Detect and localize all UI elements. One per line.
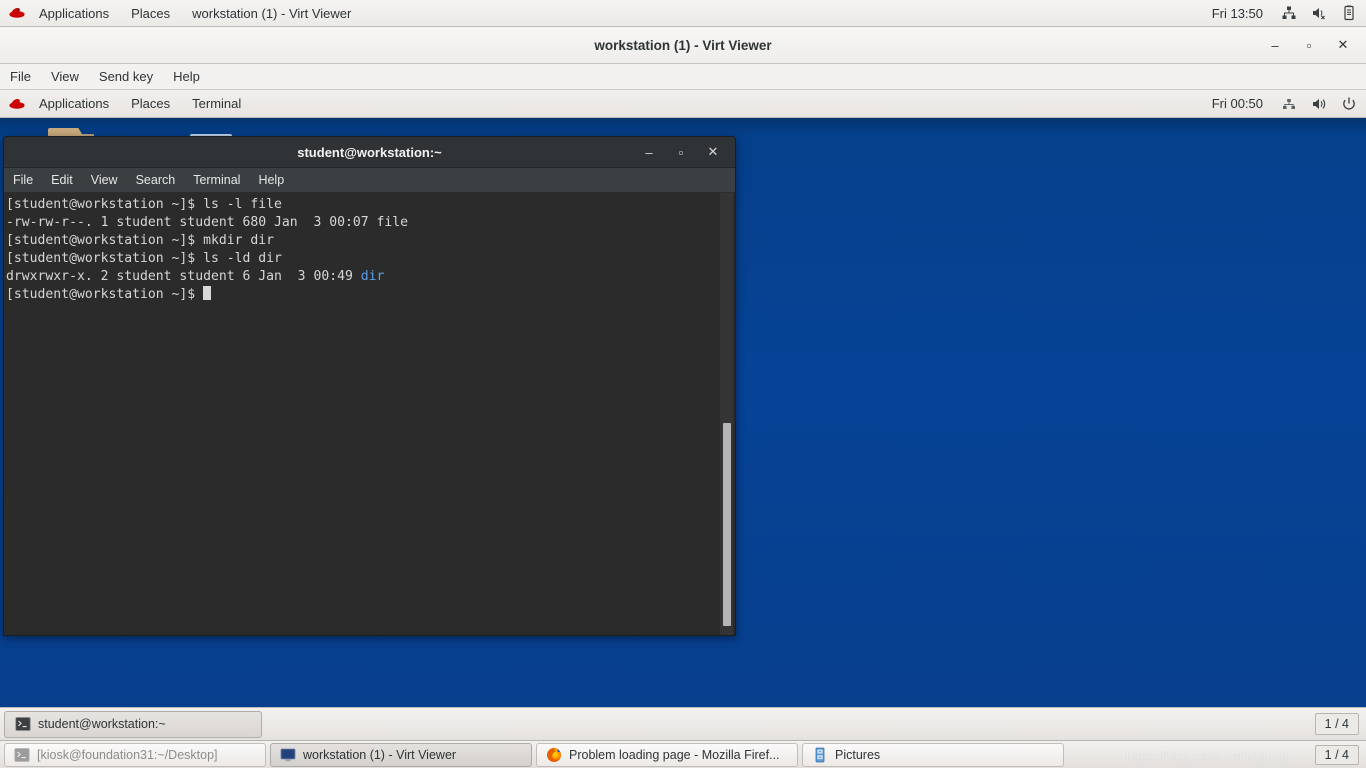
- virt-viewer-window: workstation (1) - Virt Viewer – ▫ ✕ File…: [0, 27, 1366, 740]
- terminal-line: drwxrwxr-x. 2 student student 6 Jan 3 00…: [6, 269, 385, 284]
- menu-send-key[interactable]: Send key: [89, 64, 163, 90]
- firefox-icon: [546, 747, 562, 763]
- terminal-menubar: File Edit View Search Terminal Help: [4, 168, 735, 193]
- virt-viewer-menubar: File View Send key Help: [0, 64, 1366, 90]
- terminal-titlebar[interactable]: student@workstation:~ – ▫ ✕: [4, 137, 735, 168]
- terminal-maximize-button[interactable]: ▫: [665, 139, 697, 165]
- terminal-menu-file[interactable]: File: [4, 168, 42, 193]
- guest-workspace-switcher[interactable]: 1 / 4: [1314, 713, 1359, 735]
- host-task-firefox-label: Problem loading page - Mozilla Firef...: [569, 747, 780, 762]
- guest-applications-menu[interactable]: Applications: [28, 90, 120, 117]
- guest-power-icon[interactable]: [1334, 90, 1366, 117]
- screen: Applications Places workstation (1) - Vi…: [0, 0, 1366, 768]
- host-task-kiosk-terminal-label: [kiosk@foundation31:~/Desktop]: [37, 747, 218, 762]
- network-icon[interactable]: [1274, 0, 1304, 27]
- menu-help[interactable]: Help: [163, 64, 210, 90]
- host-workspace-switcher[interactable]: 1 / 4: [1314, 744, 1359, 765]
- terminal-title: student@workstation:~: [297, 144, 442, 160]
- terminal-line: -rw-rw-r--. 1 student student 680 Jan 3 …: [6, 215, 409, 230]
- terminal-menu-terminal[interactable]: Terminal: [184, 168, 249, 193]
- guest-places-menu[interactable]: Places: [120, 90, 181, 117]
- host-clock[interactable]: Fri 13:50: [1201, 0, 1274, 27]
- terminal-window-buttons: – ▫ ✕: [633, 139, 729, 165]
- host-task-pictures[interactable]: Pictures: [802, 742, 1064, 767]
- guest-network-icon[interactable]: [1274, 90, 1304, 117]
- host-places-menu[interactable]: Places: [120, 0, 181, 27]
- file-manager-icon: [812, 747, 828, 763]
- terminal-minimize-button[interactable]: –: [633, 139, 665, 165]
- terminal-line: [student@workstation ~]$ ls -l file: [6, 197, 282, 212]
- guest-clock[interactable]: Fri 00:50: [1201, 90, 1274, 117]
- terminal-icon: [15, 716, 31, 732]
- guest-screen: Applications Places Terminal Fri 00:50 s…: [0, 90, 1366, 740]
- guest-volume-icon[interactable]: [1304, 90, 1334, 117]
- close-button[interactable]: ✕: [1328, 32, 1358, 58]
- terminal-menu-search[interactable]: Search: [127, 168, 185, 193]
- host-task-firefox[interactable]: Problem loading page - Mozilla Firef...: [536, 742, 798, 767]
- terminal-menu-help[interactable]: Help: [249, 168, 293, 193]
- terminal-body[interactable]: [student@workstation ~]$ ls -l file -rw-r…: [4, 193, 735, 635]
- guest-top-panel: Applications Places Terminal Fri 00:50: [0, 90, 1366, 118]
- virt-viewer-titlebar[interactable]: workstation (1) - Virt Viewer – ▫ ✕: [0, 27, 1366, 64]
- redhat-logo-icon: [6, 6, 28, 20]
- virt-viewer-title: workstation (1) - Virt Viewer: [594, 37, 772, 53]
- host-task-kiosk-terminal[interactable]: [kiosk@foundation31:~/Desktop]: [4, 742, 266, 767]
- terminal-scrollbar[interactable]: [719, 193, 733, 635]
- minimize-button[interactable]: –: [1260, 32, 1290, 58]
- display-icon: [280, 747, 296, 763]
- terminal-window: student@workstation:~ – ▫ ✕ File Edit Vi…: [3, 136, 736, 636]
- guest-taskbar: student@workstation:~ 1 / 4: [0, 707, 1366, 740]
- volume-muted-icon[interactable]: [1304, 0, 1334, 27]
- terminal-line: [student@workstation ~]$ mkdir dir: [6, 233, 275, 248]
- terminal-dir-token: dir: [360, 269, 385, 284]
- maximize-button[interactable]: ▫: [1294, 32, 1324, 58]
- host-taskbar: [kiosk@foundation31:~/Desktop] workstati…: [0, 740, 1366, 768]
- menu-file[interactable]: File: [0, 64, 41, 90]
- guest-redhat-logo-icon: [6, 97, 28, 111]
- host-task-virt-viewer-label: workstation (1) - Virt Viewer: [303, 747, 457, 762]
- terminal-line: [student@workstation ~]$ ls -ld dir: [6, 251, 282, 266]
- virt-viewer-window-buttons: – ▫ ✕: [1260, 32, 1358, 58]
- guest-task-terminal-label: student@workstation:~: [38, 717, 166, 731]
- guest-active-window-title[interactable]: Terminal: [181, 90, 252, 117]
- battery-icon[interactable]: [1334, 0, 1366, 27]
- terminal-cursor: [203, 286, 212, 300]
- terminal-icon: [14, 747, 30, 763]
- host-active-window-title[interactable]: workstation (1) - Virt Viewer: [181, 0, 362, 27]
- terminal-close-button[interactable]: ✕: [697, 139, 729, 165]
- guest-task-terminal[interactable]: student@workstation:~: [4, 710, 262, 738]
- guest-desktop[interactable]: student@workstation:~ – ▫ ✕ File Edit Vi…: [0, 118, 1366, 707]
- terminal-scrollbar-thumb[interactable]: [723, 422, 731, 627]
- host-task-virt-viewer[interactable]: workstation (1) - Virt Viewer: [270, 742, 532, 767]
- host-top-panel: Applications Places workstation (1) - Vi…: [0, 0, 1366, 27]
- host-task-pictures-label: Pictures: [835, 747, 881, 762]
- terminal-line: [student@workstation ~]$: [6, 286, 717, 304]
- terminal-menu-view[interactable]: View: [82, 168, 127, 193]
- terminal-output: [student@workstation ~]$ ls -l file -rw-r…: [6, 196, 717, 304]
- terminal-menu-edit[interactable]: Edit: [42, 168, 82, 193]
- menu-view[interactable]: View: [41, 64, 89, 90]
- host-applications-menu[interactable]: Applications: [28, 0, 120, 27]
